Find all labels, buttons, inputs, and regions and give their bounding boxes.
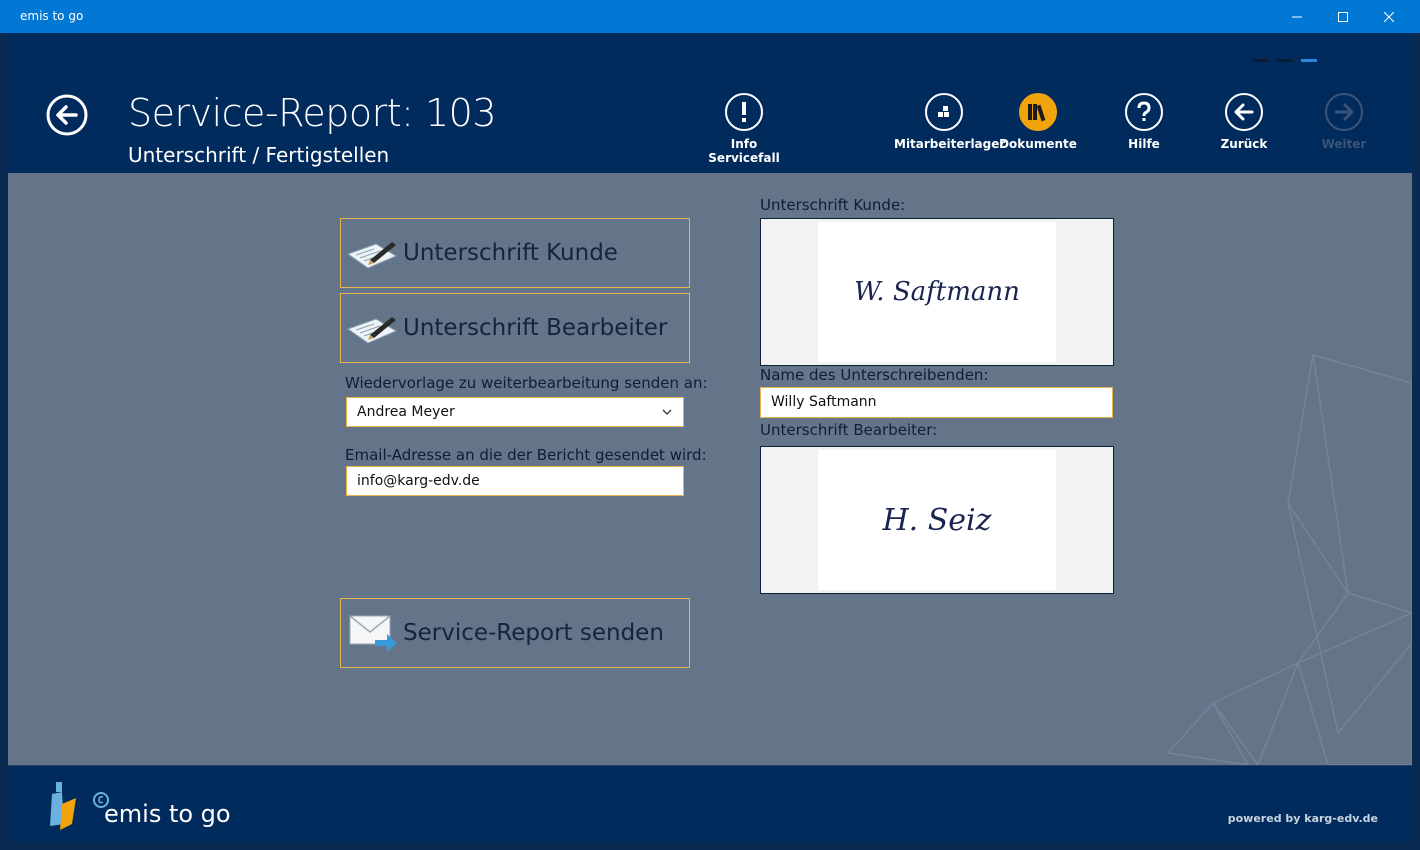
sign-customer-button[interactable]: Unterschrift Kunde xyxy=(340,218,690,288)
page-title: Service-Report: 103 xyxy=(128,91,497,135)
mail-send-icon xyxy=(341,598,403,668)
worker-signature-area: H. Seiz xyxy=(818,450,1056,590)
page-dot xyxy=(1253,59,1269,62)
title-bar: emis to go xyxy=(0,0,1420,33)
customer-signature-label: Unterschrift Kunde: xyxy=(760,196,906,214)
sign-worker-label: Unterschrift Bearbeiter xyxy=(403,315,668,341)
page-header: Service-Report: 103 Unterschrift / Ferti… xyxy=(8,33,1412,173)
followup-select[interactable]: Andrea Meyer xyxy=(346,397,684,427)
main-content: Unterschrift Kunde Unterschrift Bearbeit… xyxy=(8,173,1412,765)
minimize-button[interactable] xyxy=(1274,0,1320,33)
send-report-button[interactable]: Service-Report senden xyxy=(340,598,690,668)
exclamation-icon xyxy=(725,93,763,131)
back-button[interactable] xyxy=(46,94,88,136)
footer: emis to go powered by karg-edv.de xyxy=(8,765,1412,842)
signer-name-input[interactable]: Willy Saftmann xyxy=(760,387,1113,418)
window-border-right xyxy=(1412,33,1420,850)
dokumente-button[interactable]: Dokumente xyxy=(988,93,1088,151)
arrow-right-icon xyxy=(1325,93,1363,131)
maximize-button[interactable] xyxy=(1320,0,1366,33)
zurueck-button[interactable]: Zurück xyxy=(1194,93,1294,151)
customer-signature: W. Saftmann xyxy=(854,277,1020,307)
signer-name-label: Name des Unterschreibenden: xyxy=(760,366,989,384)
page-subtitle: Unterschrift / Fertigstellen xyxy=(128,143,390,167)
info-servicefall-label: Info Servicefall xyxy=(708,137,780,165)
window-border-bottom xyxy=(0,842,1420,850)
weiter-label: Weiter xyxy=(1321,137,1367,151)
close-icon xyxy=(1384,11,1394,22)
email-label: Email-Adresse an die der Bericht gesende… xyxy=(345,446,707,464)
signer-name-value: Willy Saftmann xyxy=(771,394,877,410)
hilfe-button[interactable]: Hilfe xyxy=(1094,93,1194,151)
signature-pen-icon xyxy=(341,293,403,363)
send-report-label: Service-Report senden xyxy=(403,620,664,646)
window-title: emis to go xyxy=(20,9,84,23)
app-window: emis to go Service-Report: 103 Unterschr… xyxy=(0,0,1420,850)
maximize-icon xyxy=(1338,11,1348,22)
sign-worker-button[interactable]: Unterschrift Bearbeiter xyxy=(340,293,690,363)
customer-signature-area: W. Saftmann xyxy=(818,222,1056,362)
email-input-value: info@karg-edv.de xyxy=(357,473,480,489)
arrow-left-icon xyxy=(1225,93,1263,131)
arrow-left-icon xyxy=(46,94,88,136)
window-border-left xyxy=(0,33,8,850)
info-servicefall-button[interactable]: Info Servicefall xyxy=(694,93,794,165)
warehouse-icon xyxy=(925,93,963,131)
worker-signature-pad[interactable]: H. Seiz xyxy=(760,446,1114,594)
page-dot xyxy=(1277,59,1293,62)
question-icon xyxy=(1125,93,1163,131)
hilfe-label: Hilfe xyxy=(1128,137,1160,151)
page-dot-active xyxy=(1301,59,1317,62)
powered-by: powered by karg-edv.de xyxy=(1227,812,1378,825)
followup-label: Wiedervorlage zu weiterbearbeitung sende… xyxy=(345,374,708,392)
followup-selected-value: Andrea Meyer xyxy=(357,404,455,420)
brand-name: emis to go xyxy=(104,800,231,828)
worker-signature: H. Seiz xyxy=(882,502,992,538)
signature-pen-icon xyxy=(341,218,403,288)
sign-customer-label: Unterschrift Kunde xyxy=(403,240,618,266)
chevron-down-icon xyxy=(662,409,672,415)
customer-signature-pad[interactable]: W. Saftmann xyxy=(760,218,1114,366)
zurueck-label: Zurück xyxy=(1220,137,1268,151)
weiter-button[interactable]: Weiter xyxy=(1294,93,1394,151)
page-indicator xyxy=(1253,59,1317,62)
dokumente-label: Dokumente xyxy=(999,137,1077,151)
mitarbeiterlager-label: Mitarbeiterlager xyxy=(894,137,1006,151)
minimize-icon xyxy=(1292,16,1302,17)
books-icon xyxy=(1019,93,1057,131)
background-decoration xyxy=(1166,354,1412,765)
close-button[interactable] xyxy=(1366,0,1412,33)
worker-signature-label: Unterschrift Bearbeiter: xyxy=(760,421,938,439)
mitarbeiterlager-button[interactable]: Mitarbeiterlager xyxy=(894,93,1006,151)
email-input[interactable]: info@karg-edv.de xyxy=(346,466,684,496)
